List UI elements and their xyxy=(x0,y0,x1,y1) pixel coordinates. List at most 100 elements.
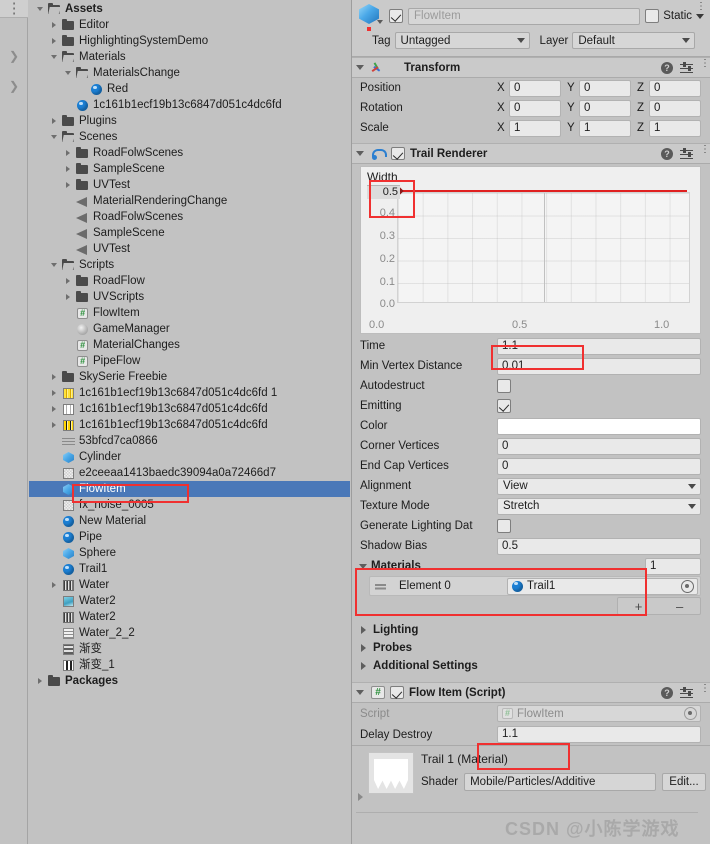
transform-y-input[interactable]: 0 xyxy=(579,99,631,117)
shader-dropdown[interactable]: Mobile/Particles/Additive xyxy=(464,773,656,791)
tree-item-selected[interactable]: FlowItem xyxy=(29,481,350,497)
foldout-closed-icon[interactable] xyxy=(358,661,369,672)
help-icon[interactable]: ? xyxy=(661,147,673,160)
drag-handle-icon[interactable] xyxy=(375,581,388,591)
alignment-dropdown[interactable]: View xyxy=(497,477,701,495)
inspector-options-kebab-icon[interactable]: ⋮ xyxy=(694,1,708,17)
tree-item[interactable]: 53bfcd7ca0866 xyxy=(29,433,350,449)
tree-item[interactable]: Packages xyxy=(29,673,350,689)
texture-mode-dropdown[interactable]: Stretch xyxy=(497,497,701,515)
tree-item[interactable]: Sphere xyxy=(29,545,350,561)
remove-element-button[interactable]: – xyxy=(676,599,683,614)
help-icon[interactable]: ? xyxy=(661,61,673,74)
foldout-open-icon[interactable] xyxy=(49,129,61,145)
end-cap-vertices-input[interactable]: 0 xyxy=(497,457,701,475)
emitting-checkbox[interactable] xyxy=(497,399,511,413)
tree-item[interactable]: Editor xyxy=(29,17,350,33)
tree-item[interactable]: Water_2_2 xyxy=(29,625,350,641)
material-object-field[interactable]: Trail1 xyxy=(507,577,698,595)
foldout-closed-icon[interactable] xyxy=(63,161,75,177)
foldout-closed-icon[interactable] xyxy=(358,625,369,636)
transform-z-input[interactable]: 0 xyxy=(649,99,701,117)
object-picker-icon[interactable] xyxy=(681,579,694,593)
trail-renderer-enabled-checkbox[interactable] xyxy=(391,147,405,160)
section-additional-settings[interactable]: Additional Settings xyxy=(352,657,710,675)
tree-item[interactable]: 渐变_1 xyxy=(29,657,350,673)
tree-item[interactable]: Water xyxy=(29,577,350,593)
section-probes[interactable]: Probes xyxy=(352,639,710,657)
transform-z-input[interactable]: 1 xyxy=(649,119,701,137)
foldout-closed-icon[interactable] xyxy=(49,33,61,49)
tree-item[interactable]: Assets xyxy=(29,1,350,17)
list-add-remove-buttons[interactable]: + – xyxy=(617,597,701,615)
foldout-closed-icon[interactable] xyxy=(49,113,61,129)
shadow-bias-input[interactable]: 0.5 xyxy=(497,537,701,555)
foldout-closed-icon[interactable] xyxy=(35,673,47,689)
foldout-closed-icon[interactable] xyxy=(49,401,61,417)
help-icon[interactable]: ? xyxy=(661,686,673,699)
transform-y-input[interactable]: 1 xyxy=(579,119,631,137)
materials-count-input[interactable]: 1 xyxy=(645,557,701,575)
panel-options-kebab-icon[interactable]: ⋮ xyxy=(0,0,28,18)
tree-item[interactable]: MaterialsChange xyxy=(29,65,350,81)
min-vertex-distance-input[interactable]: 0.01 xyxy=(497,357,701,375)
project-asset-tree[interactable]: Assets Editor HighlightingSystemDemo Materi… xyxy=(29,0,350,689)
tree-item[interactable]: 1c161b1ecf19b13c6847d051c4dc6fd xyxy=(29,417,350,433)
foldout-closed-icon[interactable] xyxy=(49,577,61,593)
layer-dropdown[interactable]: Default xyxy=(572,32,695,49)
foldout-open-icon[interactable] xyxy=(49,257,61,273)
curve-plot-area[interactable] xyxy=(397,192,690,303)
tree-item[interactable]: 1c161b1ecf19b13c6847d051c4dc6fd 1 xyxy=(29,385,350,401)
tree-item[interactable]: Scenes xyxy=(29,129,350,145)
foldout-closed-icon[interactable] xyxy=(63,289,75,305)
preset-icon[interactable] xyxy=(680,147,693,160)
tree-item[interactable]: PipeFlow xyxy=(29,353,350,369)
preset-icon[interactable] xyxy=(680,686,693,699)
tree-item[interactable]: HighlightingSystemDemo xyxy=(29,33,350,49)
foldout-open-icon[interactable] xyxy=(35,1,47,17)
tag-dropdown[interactable]: Untagged xyxy=(394,32,530,49)
materials-foldout-header[interactable]: Materials 1 xyxy=(352,556,710,576)
collapsed-panel-expand-icon-2[interactable]: ❯ xyxy=(0,78,28,94)
tree-item[interactable]: 1c161b1ecf19b13c6847d051c4dc6fd xyxy=(29,401,350,417)
tree-item[interactable]: e2ceeaa1413baedc39094a0a72466d7 xyxy=(29,465,350,481)
foldout-closed-icon[interactable] xyxy=(49,417,61,433)
flow-item-script-header[interactable]: # Flow Item (Script) ? ⋮ xyxy=(352,682,710,703)
time-input[interactable]: 1.1 xyxy=(497,337,701,355)
tree-item[interactable]: Materials xyxy=(29,49,350,65)
corner-vertices-input[interactable]: 0 xyxy=(497,437,701,455)
tree-item[interactable]: Pipe xyxy=(29,529,350,545)
tree-item[interactable]: SampleScene xyxy=(29,161,350,177)
transform-component-header[interactable]: Transform ? ⋮ xyxy=(352,57,710,78)
tree-item[interactable]: MaterialRenderingChange xyxy=(29,193,350,209)
tree-item[interactable]: RoadFolwScenes xyxy=(29,209,350,225)
transform-x-input[interactable]: 1 xyxy=(509,119,561,137)
tree-item[interactable]: UVTest xyxy=(29,241,350,257)
flow-item-enabled-checkbox[interactable] xyxy=(390,686,404,699)
transform-x-input[interactable]: 0 xyxy=(509,99,561,117)
transform-x-input[interactable]: 0 xyxy=(509,79,561,97)
component-menu-icon[interactable]: ⋮ xyxy=(700,145,710,160)
autodestruct-checkbox[interactable] xyxy=(497,379,511,393)
trail-renderer-component-header[interactable]: Trail Renderer ? ⋮ xyxy=(352,143,710,164)
tree-item[interactable]: UVScripts xyxy=(29,289,350,305)
foldout-closed-icon[interactable] xyxy=(63,273,75,289)
tree-item[interactable]: FlowItem xyxy=(29,305,350,321)
tree-item[interactable]: Scripts xyxy=(29,257,350,273)
tree-item[interactable]: Red xyxy=(29,81,350,97)
color-color-field[interactable] xyxy=(497,417,701,435)
section-lighting[interactable]: Lighting xyxy=(352,621,710,639)
tree-item[interactable]: MaterialChanges xyxy=(29,337,350,353)
tree-item[interactable]: fx_noise_0005 xyxy=(29,497,350,513)
width-value-input[interactable]: 0.5 xyxy=(367,185,400,199)
component-menu-icon[interactable]: ⋮ xyxy=(700,684,710,699)
foldout-closed-icon[interactable] xyxy=(63,145,75,161)
tree-item[interactable]: Plugins xyxy=(29,113,350,129)
gameobject-enabled-checkbox[interactable] xyxy=(389,9,403,23)
tree-item[interactable]: SampleScene xyxy=(29,225,350,241)
foldout-closed-icon[interactable] xyxy=(49,369,61,385)
delay-destroy-input[interactable]: 1.1 xyxy=(497,726,701,743)
tree-item[interactable]: New Material xyxy=(29,513,350,529)
tree-item[interactable]: GameManager xyxy=(29,321,350,337)
collapsed-panel-expand-icon-1[interactable]: ❯ xyxy=(0,48,28,64)
